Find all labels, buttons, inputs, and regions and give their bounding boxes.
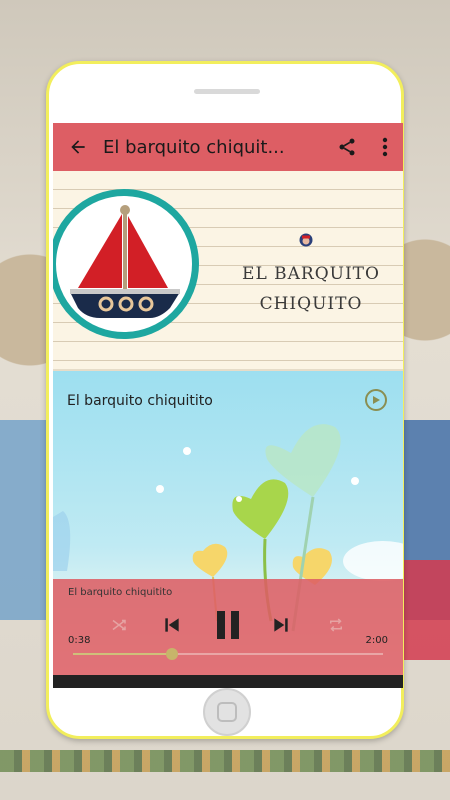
pause-icon bbox=[217, 611, 239, 639]
playback-controls: El barquito chiquitito 0:38 2:00 bbox=[53, 579, 403, 675]
pause-button[interactable] bbox=[211, 607, 245, 643]
home-square-icon bbox=[217, 702, 237, 722]
play-icon bbox=[373, 396, 380, 404]
skip-previous-icon bbox=[165, 618, 179, 632]
phone-frame: El barquito chiquit... EL BARQUITO CHIQU… bbox=[46, 61, 404, 739]
player-panel: El barquito chiquitito El barquito chiqu… bbox=[53, 371, 403, 688]
boat-logo bbox=[53, 189, 199, 339]
background-drawing-left bbox=[0, 420, 52, 620]
sailboat-icon bbox=[70, 205, 180, 318]
back-button[interactable] bbox=[53, 123, 103, 171]
background-drawing-red bbox=[398, 560, 450, 660]
shuffle-icon bbox=[112, 619, 126, 631]
artwork-title-line2: CHIQUITO bbox=[259, 294, 363, 314]
total-duration: 2:00 bbox=[365, 635, 388, 646]
phone-speaker bbox=[194, 89, 260, 94]
arrow-left-icon bbox=[71, 140, 85, 154]
share-icon bbox=[339, 138, 355, 156]
background-grass bbox=[0, 750, 450, 772]
repeat-icon bbox=[330, 618, 342, 632]
track-play-button[interactable] bbox=[365, 389, 387, 411]
artwork-title: EL BARQUITO CHIQUITO bbox=[231, 259, 391, 319]
now-playing-title: El barquito chiquitito bbox=[68, 587, 173, 598]
repeat-button[interactable] bbox=[324, 613, 348, 637]
elapsed-time: 0:38 bbox=[68, 635, 91, 646]
next-button[interactable] bbox=[268, 612, 294, 638]
shuffle-button[interactable] bbox=[107, 613, 131, 637]
app-bar: El barquito chiquit... bbox=[53, 123, 403, 171]
app-screen: El barquito chiquit... EL BARQUITO CHIQU… bbox=[53, 123, 403, 688]
more-vert-icon bbox=[382, 137, 388, 157]
skip-next-icon bbox=[274, 618, 288, 632]
seek-bar-thumb[interactable] bbox=[166, 648, 179, 660]
system-nav-bar bbox=[53, 675, 403, 688]
captain-badge-icon bbox=[299, 233, 313, 247]
app-bar-title: El barquito chiquit... bbox=[103, 136, 285, 158]
header-artwork: EL BARQUITO CHIQUITO bbox=[53, 171, 403, 371]
seek-bar[interactable] bbox=[73, 648, 383, 660]
artwork-title-line1: EL BARQUITO bbox=[242, 264, 380, 284]
seek-bar-progress bbox=[73, 653, 173, 655]
previous-button[interactable] bbox=[159, 612, 185, 638]
share-button[interactable] bbox=[327, 123, 367, 171]
phone-home-button[interactable] bbox=[203, 688, 251, 736]
track-title: El barquito chiquitito bbox=[67, 393, 213, 409]
overflow-menu-button[interactable] bbox=[367, 123, 403, 171]
